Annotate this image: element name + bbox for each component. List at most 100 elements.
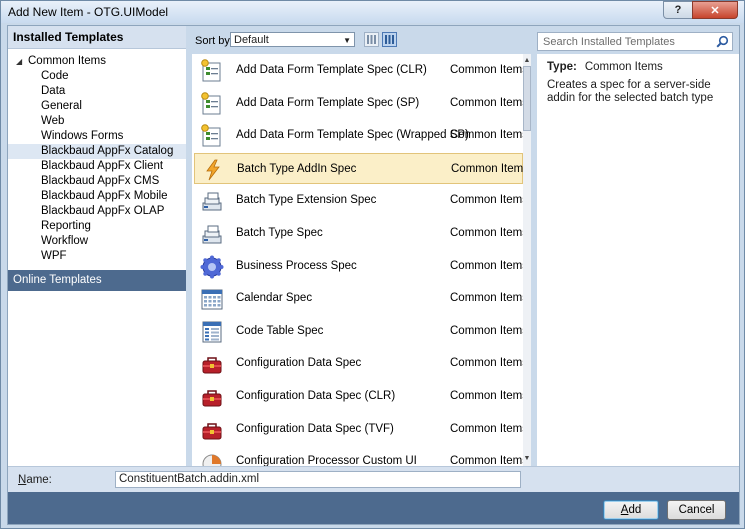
template-category: Common Items (450, 96, 523, 109)
tree-item[interactable]: General (8, 99, 186, 114)
name-input[interactable]: ConstituentBatch.addin.xml (115, 471, 521, 488)
template-name: Add Data Form Template Spec (SP) (236, 96, 420, 109)
title-bar: Add New Item - OTG.UIModel ? ✕ (1, 1, 744, 23)
template-item[interactable]: Configuration Data Spec Common Items (194, 348, 523, 379)
template-category: Common Items (450, 259, 523, 272)
sort-by-dropdown[interactable]: Default ▼ (230, 32, 355, 47)
search-placeholder: Search Installed Templates (543, 36, 675, 48)
template-item[interactable]: Add Data Form Template Spec (Wrapped SP)… (194, 120, 523, 151)
online-templates-header[interactable]: Online Templates (8, 270, 186, 291)
tree-item-label: Blackbaud AppFx Client (41, 160, 164, 172)
tree-item[interactable]: Code (8, 69, 186, 84)
form-spec-icon (201, 91, 221, 115)
tree-item-label: Workflow (41, 235, 89, 247)
template-item[interactable]: Add Data Form Template Spec (CLR) Common … (194, 55, 523, 86)
template-item[interactable]: Code Table Spec Common Items (194, 316, 523, 347)
tree-item-label: Blackbaud AppFx Mobile (41, 190, 168, 202)
template-name: Batch Type Spec (236, 227, 323, 239)
tree-item-label: WPF (41, 250, 67, 262)
tree-item[interactable]: Web (8, 114, 186, 129)
scroll-thumb[interactable] (523, 66, 531, 131)
template-name: Configuration Data Spec (TVF) (236, 422, 394, 435)
template-item[interactable]: Business Process Spec Common Items (194, 251, 523, 282)
tree-item[interactable]: Workflow (8, 234, 186, 249)
template-name: Calendar Spec (236, 292, 313, 305)
template-category: Common Items (450, 227, 523, 239)
template-list-scrollbar[interactable]: ▲ ▼ (523, 54, 531, 466)
tree-item-label: Code (41, 70, 69, 82)
small-icons-view-button[interactable] (382, 32, 397, 47)
calendar-icon (201, 289, 223, 310)
window-controls: ? ✕ (663, 1, 738, 21)
template-item[interactable]: Configuration Processor Custom UI Common … (194, 446, 523, 466)
button-bar: Add Cancel (8, 492, 739, 524)
form-spec-icon (201, 59, 221, 82)
template-item[interactable]: Batch Type AddIn Spec Common Items (194, 152, 523, 184)
tree-item[interactable]: ◢ Common Items (8, 54, 186, 69)
tree-item[interactable]: Blackbaud AppFx OLAP (8, 204, 186, 219)
name-label: Name: (18, 474, 52, 486)
template-name: Add Data Form Template Spec (Wrapped SP) (236, 129, 469, 142)
window-title: Add New Item - OTG.UIModel (8, 5, 169, 19)
list-view-icon (385, 35, 394, 44)
toolbox-icon (202, 390, 222, 407)
sort-toolbar: Sort by: Default ▼ (192, 26, 531, 54)
tree-item-label: Windows Forms (41, 130, 124, 142)
template-item[interactable]: Configuration Data Spec (TVF) Common Item… (194, 414, 523, 445)
search-templates-input[interactable]: Search Installed Templates (537, 32, 733, 51)
help-button[interactable]: ? (663, 1, 693, 19)
toolbox-icon (202, 422, 222, 440)
tree-item-label: Web (41, 115, 65, 127)
tree-item[interactable]: Windows Forms (8, 129, 186, 144)
tree-item[interactable]: Reporting (8, 219, 186, 234)
chevron-down-icon: ▼ (343, 36, 351, 45)
template-item[interactable]: Batch Type Spec Common Items (194, 218, 523, 249)
template-name: Add Data Form Template Spec (CLR) (236, 64, 427, 76)
installed-templates-header[interactable]: Installed Templates (8, 26, 186, 49)
add-button[interactable]: Add (603, 500, 659, 520)
tree-item-label: Common Items (28, 55, 106, 67)
search-icon[interactable] (716, 35, 729, 48)
expand-arrow-icon[interactable]: ◢ (16, 54, 28, 69)
cancel-button[interactable]: Cancel (667, 500, 726, 520)
template-name: Configuration Processor Custom UI (236, 455, 417, 466)
tree-item-label: Blackbaud AppFx OLAP (41, 205, 165, 217)
tree-item[interactable]: Blackbaud AppFx Client (8, 159, 186, 174)
template-description: Creates a spec for a server-side addin f… (547, 79, 714, 104)
template-item[interactable]: Add Data Form Template Spec (SP) Common I… (194, 88, 523, 119)
medium-icons-view-button[interactable] (364, 32, 379, 47)
scroll-down-icon[interactable]: ▼ (523, 454, 531, 464)
name-bar: Name: ConstituentBatch.addin.xml (8, 466, 739, 493)
close-button[interactable]: ✕ (692, 1, 738, 19)
template-category: Common Items (450, 455, 523, 466)
template-name: Configuration Data Spec (236, 357, 362, 370)
template-name: Business Process Spec (236, 259, 357, 272)
template-categories-pane: Installed Templates ◢ Common Items Code Dat… (8, 26, 186, 466)
template-category: Common Items (450, 324, 523, 337)
tree-item[interactable]: Data (8, 84, 186, 99)
template-name: Batch Type Extension Spec (236, 194, 377, 207)
template-name: Configuration Data Spec (CLR) (236, 390, 396, 402)
tree-item-label: General (41, 100, 82, 112)
template-item[interactable]: Configuration Data Spec (CLR) Common Item… (194, 381, 523, 412)
template-category: Common Items (450, 194, 523, 207)
template-item[interactable]: Batch Type Extension Spec Common Items (194, 185, 523, 216)
template-category: Common Items (450, 422, 523, 435)
scroll-up-icon[interactable]: ▲ (523, 56, 531, 66)
template-list: Add Data Form Template Spec (CLR) Common … (192, 54, 523, 466)
dialog-body: Installed Templates ◢ Common Items Code Dat… (7, 25, 740, 525)
category-tree: ◢ Common Items Code Data General Web Windows F… (8, 49, 186, 264)
tree-item[interactable]: Blackbaud AppFx CMS (8, 174, 186, 189)
tree-item[interactable]: WPF (8, 249, 186, 264)
template-item[interactable]: Calendar Spec Common Items (194, 283, 523, 314)
batch-stack-icon (202, 192, 222, 211)
template-details-pane: Type: Common Items Creates a spec for a s… (537, 54, 739, 466)
lightning-icon (206, 159, 220, 181)
processor-icon (202, 454, 222, 466)
batch-stack-icon (202, 225, 222, 244)
template-name: Code Table Spec (236, 324, 324, 337)
template-category: Common Items (450, 357, 523, 370)
template-category: Common Items (450, 390, 523, 402)
tree-item[interactable]: Blackbaud AppFx Mobile (8, 189, 186, 204)
tree-item[interactable]: Blackbaud AppFx Catalog (8, 144, 186, 159)
